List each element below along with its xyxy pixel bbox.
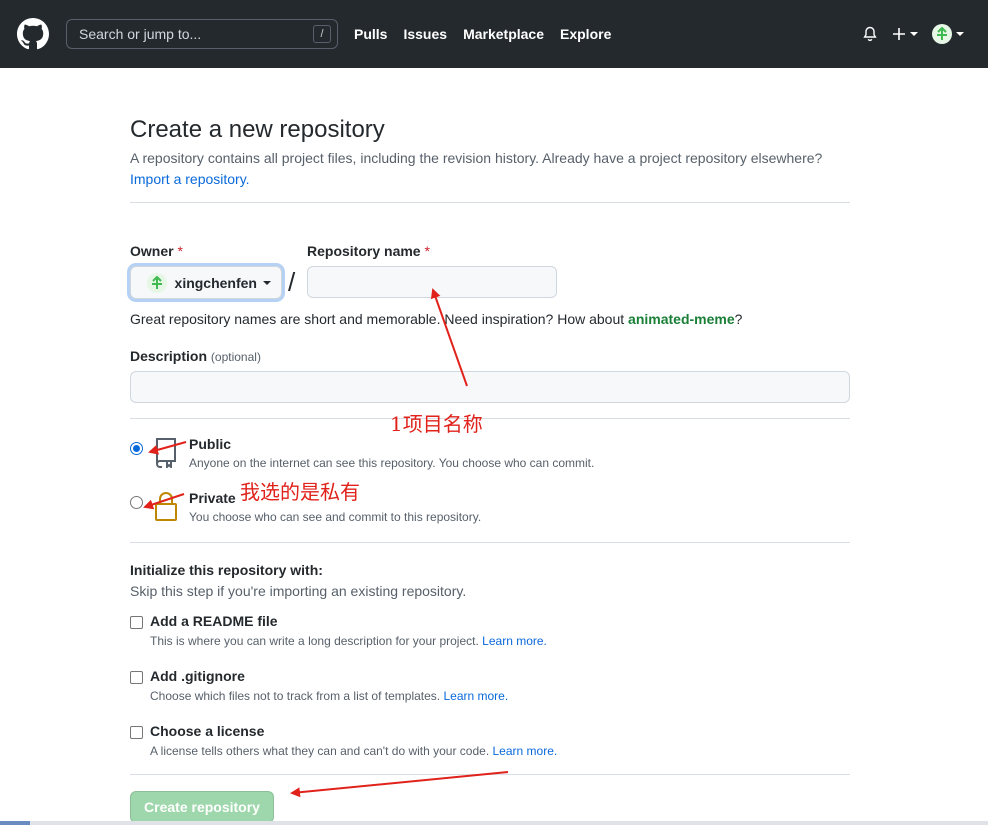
subtitle-text: A repository contains all project files,… [130, 150, 823, 166]
license-option[interactable]: Choose a license A license tells others … [130, 723, 557, 758]
primary-nav: Pulls Issues Marketplace Explore [354, 26, 627, 42]
header-actions [862, 24, 972, 44]
description-label-text: Description [130, 348, 208, 364]
page-title: Create a new repository [130, 116, 385, 143]
github-logo-icon[interactable] [16, 17, 50, 51]
repo-icon [153, 436, 179, 470]
user-menu-dropdown[interactable] [932, 24, 964, 44]
readme-description: This is where you can write a long descr… [150, 634, 547, 648]
readme-checkbox[interactable] [130, 616, 143, 629]
chevron-down-icon [263, 280, 271, 285]
initialize-subtitle: Skip this step if you're importing an ex… [130, 583, 467, 599]
repo-name-hint: Great repository names are short and mem… [130, 311, 742, 327]
private-radio[interactable] [130, 496, 143, 509]
learn-more-link[interactable]: Learn more. [493, 744, 558, 758]
private-description: You choose who can see and commit to thi… [189, 510, 482, 524]
required-mark: * [177, 243, 183, 259]
divider [130, 774, 850, 775]
page-subtitle: A repository contains all project files,… [130, 148, 850, 190]
owner-label-text: Owner [130, 243, 174, 259]
visibility-public-option[interactable]: Public Anyone on the internet can see th… [130, 436, 594, 470]
description-input[interactable] [130, 371, 850, 403]
description-label: Description (optional) [130, 348, 261, 364]
nav-explore[interactable]: Explore [560, 26, 611, 42]
gitignore-checkbox[interactable] [130, 671, 143, 684]
hint-text: Great repository names are short and mem… [130, 311, 625, 327]
gitignore-description: Choose which files not to track from a l… [150, 689, 508, 703]
bottom-scrollbar [0, 821, 988, 825]
learn-more-link[interactable]: Learn more. [482, 634, 547, 648]
repository-name-input[interactable] [307, 266, 557, 298]
owner-value: xingchenfen [174, 274, 257, 291]
readme-title: Add a README file [150, 613, 278, 629]
optional-tag: (optional) [210, 350, 261, 364]
bell-icon[interactable] [862, 26, 878, 42]
learn-more-link[interactable]: Learn more. [443, 689, 508, 703]
divider [130, 202, 850, 203]
public-radio[interactable] [130, 442, 143, 455]
chevron-down-icon [910, 32, 918, 36]
divider [130, 418, 850, 419]
license-description: A license tells others what they can and… [150, 744, 557, 758]
plus-icon [893, 28, 905, 40]
public-text: Public Anyone on the internet can see th… [189, 436, 594, 470]
lock-icon [153, 490, 179, 522]
hint-suffix: ? [734, 311, 743, 327]
license-checkbox[interactable] [130, 726, 143, 739]
gitignore-title: Add .gitignore [150, 668, 245, 684]
avatar [932, 24, 952, 44]
owner-select[interactable]: xingchenfen [130, 266, 282, 299]
license-desc-text: A license tells others what they can and… [150, 744, 490, 758]
public-title: Public [189, 436, 232, 452]
arrow-to-create-button [290, 771, 509, 798]
annotation-private: 我选的是私有 [240, 480, 360, 504]
top-header: Search or jump to... / Pulls Issues Mark… [0, 0, 988, 68]
create-repository-button[interactable]: Create repository [130, 791, 274, 823]
divider [130, 542, 850, 543]
gitignore-desc-text: Choose which files not to track from a l… [150, 689, 441, 703]
readme-desc-text: This is where you can write a long descr… [150, 634, 479, 648]
gitignore-option[interactable]: Add .gitignore Choose which files not to… [130, 668, 508, 703]
owner-repo-separator: / [288, 267, 296, 297]
search-input[interactable]: Search or jump to... / [66, 19, 338, 49]
chevron-down-icon [956, 32, 964, 36]
gitignore-text: Add .gitignore Choose which files not to… [150, 668, 508, 703]
avatar [147, 272, 167, 293]
initialize-title: Initialize this repository with: [130, 562, 323, 578]
search-shortcut-key: / [313, 25, 331, 43]
annotation-repo-name: 1项目名称 [390, 412, 483, 436]
readme-option[interactable]: Add a README file This is where you can … [130, 613, 547, 648]
owner-label: Owner * [130, 243, 183, 259]
public-description: Anyone on the internet can see this repo… [189, 456, 595, 470]
suggested-name-link[interactable]: animated-meme [628, 311, 735, 327]
license-text: Choose a license A license tells others … [150, 723, 557, 758]
nav-issues[interactable]: Issues [403, 26, 447, 42]
readme-text: Add a README file This is where you can … [150, 613, 547, 648]
create-new-dropdown[interactable] [892, 27, 918, 41]
nav-pulls[interactable]: Pulls [354, 26, 387, 42]
scrollbar-thumb[interactable] [0, 821, 30, 825]
import-repository-link[interactable]: Import a repository. [130, 171, 250, 187]
nav-marketplace[interactable]: Marketplace [463, 26, 544, 42]
license-title: Choose a license [150, 723, 265, 739]
repo-name-label-text: Repository name [307, 243, 421, 259]
repo-name-label: Repository name * [307, 243, 430, 259]
search-placeholder: Search or jump to... [79, 26, 202, 42]
required-mark: * [424, 243, 430, 259]
